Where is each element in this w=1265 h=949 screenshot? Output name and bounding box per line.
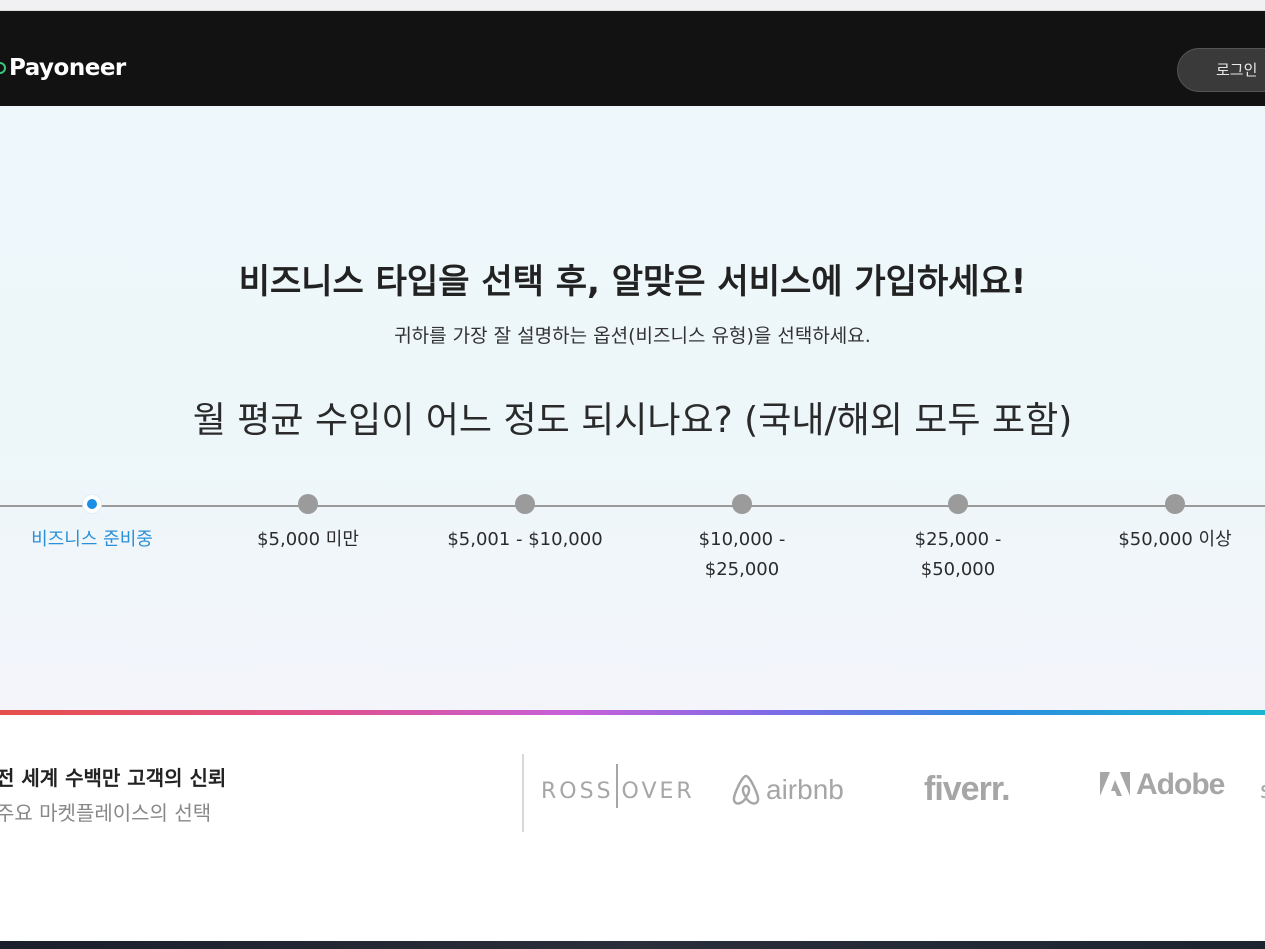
gradient-divider (0, 710, 1265, 715)
rossover-logo-separator (615, 764, 618, 808)
income-option-label[interactable]: $50,000 이상 (1080, 525, 1265, 555)
page-title: 비즈니스 타입을 선택 후, 알맞은 서비스에 가입하세요! (238, 262, 1027, 302)
browser-top-strip (0, 0, 1265, 11)
adobe-logo: Adobe (1100, 768, 1225, 802)
rossover-logo-right: OVER (621, 779, 695, 804)
income-option-dot[interactable] (298, 494, 318, 514)
fiverr-logo: fiverr. (924, 770, 1011, 808)
site-header: Payoneer 로그인 (0, 11, 1265, 106)
payoneer-ring-icon (0, 62, 6, 74)
income-option-label[interactable]: $5,001 - $10,000 (430, 525, 620, 555)
trust-title: 전 세계 수백만 고객의 신뢰 (0, 766, 227, 790)
airbnb-wordmark: airbnb (766, 774, 844, 805)
vertical-divider (522, 754, 524, 832)
income-option-dot[interactable] (732, 494, 752, 514)
rossover-logo-left: ROSS (541, 779, 614, 804)
income-option-dot[interactable] (83, 495, 101, 513)
payoneer-logo[interactable]: Payoneer (0, 55, 126, 81)
income-option-over-50000[interactable]: $50,000 이상 (1080, 494, 1265, 555)
income-option-label[interactable]: $10,000 - $25,000 (647, 525, 837, 585)
income-option-dot[interactable] (948, 494, 968, 514)
income-option-25000-50000[interactable]: $25,000 - $50,000 (863, 494, 1053, 585)
income-option-preparing[interactable]: 비즈니스 준비중 (0, 494, 187, 555)
airbnb-belo-icon (732, 774, 760, 805)
income-option-label[interactable]: 비즈니스 준비중 (0, 525, 187, 555)
page-subtitle: 귀하를 가장 잘 설명하는 옵션(비즈니스 유형)을 선택하세요. (394, 325, 871, 347)
income-option-dot[interactable] (1165, 494, 1185, 514)
income-option-5001-10000[interactable]: $5,001 - $10,000 (430, 494, 620, 555)
income-option-10000-25000[interactable]: $10,000 - $25,000 (647, 494, 837, 585)
adobe-wordmark: Adobe (1136, 768, 1225, 801)
partial-brand-logo: s (1260, 776, 1265, 804)
airbnb-logo: airbnb (730, 772, 844, 808)
income-option-label[interactable]: $25,000 - $50,000 (863, 525, 1053, 585)
income-question: 월 평균 수입이 어느 정도 되시나요? (국내/해외 모두 포함) (192, 400, 1073, 441)
income-option-dot[interactable] (515, 494, 535, 514)
trust-subtitle: 주요 마켓플레이스의 선택 (0, 801, 212, 825)
income-option-label[interactable]: $5,000 미만 (213, 525, 403, 555)
adobe-a-icon (1100, 772, 1130, 796)
login-button[interactable]: 로그인 (1177, 48, 1265, 92)
rossover-logo: ROSS OVER (541, 764, 695, 808)
bottom-band (0, 941, 1265, 949)
income-option-under-5000[interactable]: $5,000 미만 (213, 494, 403, 555)
income-slider-track[interactable] (0, 505, 1265, 507)
brand-name: Payoneer (9, 55, 126, 81)
